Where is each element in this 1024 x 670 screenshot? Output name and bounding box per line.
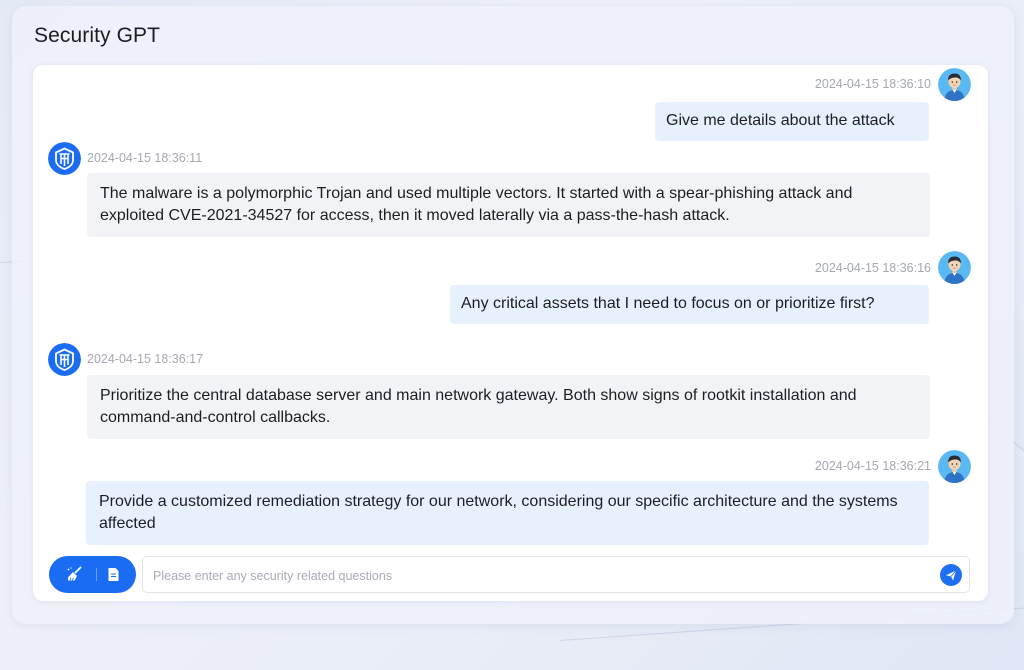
user-avatar-icon — [938, 68, 971, 101]
tool-buttons-group — [49, 556, 136, 593]
broom-icon — [65, 566, 84, 588]
message-timestamp: 2024-04-15 18:36:16 — [814, 261, 931, 275]
security-shield-logo-icon — [48, 142, 81, 175]
send-button[interactable] — [940, 564, 962, 586]
message-text: Prioritize the central database server a… — [100, 387, 857, 426]
user-message-bubble: Any critical assets that I need to focus… — [450, 285, 929, 324]
document-button[interactable] — [104, 565, 123, 584]
message-timestamp: 2024-04-15 18:36:10 — [814, 77, 931, 91]
tool-divider — [96, 568, 97, 581]
user-avatar-icon — [938, 251, 971, 284]
question-input-container — [142, 556, 970, 594]
message-text: Any critical assets that I need to focus… — [461, 295, 875, 312]
question-input[interactable] — [151, 557, 935, 594]
message-timestamp: 2024-04-15 18:36:11 — [87, 151, 203, 165]
message-timestamp: 2024-04-15 18:36:21 — [814, 459, 931, 473]
app-title: Security GPT — [34, 24, 161, 47]
clear-chat-button[interactable] — [65, 565, 84, 584]
message-text: Give me details about the attack — [666, 112, 895, 129]
bot-message-bubble: Prioritize the central database server a… — [87, 375, 930, 439]
user-message-bubble: Provide a customized remediation strateg… — [86, 481, 929, 545]
bot-message-bubble: The malware is a polymorphic Trojan and … — [87, 173, 930, 237]
user-message-bubble: Give me details about the attack — [655, 102, 929, 141]
message-text: Provide a customized remediation strateg… — [99, 493, 898, 532]
user-avatar-icon — [938, 450, 971, 483]
security-shield-logo-icon — [48, 343, 81, 376]
document-icon — [104, 568, 123, 588]
message-text: The malware is a polymorphic Trojan and … — [100, 185, 853, 224]
chat-panel[interactable]: 2024-04-15 18:36:10 Give me details abou… — [33, 65, 988, 601]
paper-plane-icon — [940, 570, 962, 590]
message-timestamp: 2024-04-15 18:36:17 — [87, 352, 204, 366]
